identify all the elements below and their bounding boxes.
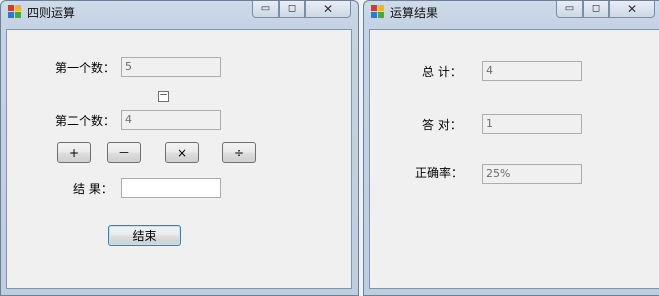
correct-field[interactable]: 1 xyxy=(482,114,582,134)
accuracy-field[interactable]: 25% xyxy=(482,164,582,184)
subtract-button[interactable]: － xyxy=(107,142,141,163)
add-button[interactable]: + xyxy=(57,142,91,163)
app-icon xyxy=(371,5,384,18)
arithmetic-client-area: 第一个数： 5 － 第二个数： 4 + － × ÷ 结 果： 结束 xyxy=(6,29,352,289)
minimize-button[interactable]: ▭ xyxy=(252,1,279,18)
first-number-field[interactable]: 5 xyxy=(121,57,221,77)
close-button[interactable]: ✕ xyxy=(609,1,655,18)
maximize-button[interactable]: ◻ xyxy=(583,1,609,18)
total-field[interactable]: 4 xyxy=(482,61,582,81)
second-number-label: 第二个数： xyxy=(55,114,116,128)
divide-button[interactable]: ÷ xyxy=(222,142,256,163)
result-label: 结 果： xyxy=(73,182,113,196)
total-label: 总 计： xyxy=(422,65,462,79)
accuracy-label: 正确率： xyxy=(415,166,464,180)
result-input[interactable] xyxy=(121,178,221,198)
close-button[interactable]: ✕ xyxy=(305,1,351,18)
first-number-label: 第一个数： xyxy=(55,61,116,75)
arithmetic-window: 四则运算 ▭ ◻ ✕ 第一个数： 5 － 第二个数： 4 + － × ÷ 结 果… xyxy=(0,0,359,296)
minimize-button[interactable]: ▭ xyxy=(556,1,583,18)
second-number-field[interactable]: 4 xyxy=(121,110,221,130)
results-client-area: 总 计： 4 答 对： 1 正确率： 25% xyxy=(369,29,659,289)
results-window: 运算结果 ▭ ◻ ✕ 总 计： 4 答 对： 1 正确率： 25% xyxy=(363,0,659,296)
window-title: 四则运算 xyxy=(27,6,76,20)
multiply-button[interactable]: × xyxy=(165,142,199,163)
maximize-button[interactable]: ◻ xyxy=(279,1,305,18)
app-icon xyxy=(8,5,21,18)
operator-indicator: － xyxy=(158,91,169,102)
correct-label: 答 对： xyxy=(422,118,462,132)
arithmetic-window-titlebar[interactable]: 四则运算 ▭ ◻ ✕ xyxy=(1,1,358,23)
end-button[interactable]: 结束 xyxy=(108,225,181,246)
results-window-titlebar[interactable]: 运算结果 ▭ ◻ ✕ xyxy=(364,1,659,23)
window-title: 运算结果 xyxy=(390,6,439,20)
